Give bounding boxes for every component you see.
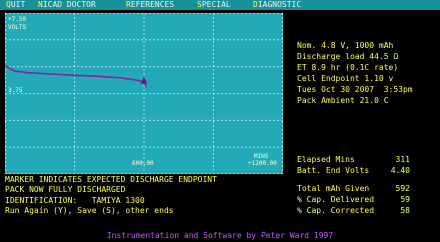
info-timestamp: Tues Oct 30 2007 3:53pm: [297, 85, 413, 94]
y-axis-mid-label: 3.75: [8, 87, 23, 94]
info-et-rate: ET 8.9 hr (0.1C rate): [297, 63, 399, 72]
cap-corrected-value: 58: [400, 206, 410, 215]
menu-nicad-doctor-label: ICAD DOCTOR: [42, 0, 96, 9]
total-mah-value: 592: [395, 184, 410, 193]
message-marker-note: MARKER INDICATES EXPECTED DISCHARGE ENDP…: [5, 175, 217, 184]
menu-special-label: PECIAL: [201, 0, 231, 9]
info-cell-endpoint: Cell Endpoint 1.10 v: [297, 74, 394, 83]
menu-quit[interactable]: QUIT: [6, 0, 25, 10]
elapsed-mins-value: 311: [395, 155, 410, 164]
expected-endpoint-marker: ▲: [141, 76, 148, 86]
y-axis-unit-label: VOLTS: [8, 24, 26, 31]
menu-diagnostic-label: IAGNOSTIC: [257, 0, 302, 9]
menu-special[interactable]: SPECIAL: [197, 0, 231, 10]
menu-quit-label: UIT: [10, 0, 26, 9]
menu-references-label: EFERENCES: [130, 0, 175, 9]
info-ambient: Pack Ambient 21.0 C: [297, 96, 389, 105]
footer-credit: Instrumentation and Software by Peter Wa…: [106, 231, 334, 240]
cap-delivered-value: 59: [400, 195, 410, 204]
discharge-graph: ▲ +7.50 VOLTS 3.75 600.00 MINS +1200.00: [5, 13, 283, 174]
menu-bar: QUIT NICAD DOCTOR REFERENCES SPECIAL DIA…: [0, 0, 440, 10]
info-nominal: Nom. 4.8 V, 1000 mAh: [297, 41, 394, 50]
x-axis-max-label: +1200.00: [248, 160, 277, 167]
info-discharge-load: Discharge load 44.5 Ω: [297, 52, 399, 61]
x-axis-mid-label: 600.00: [132, 160, 154, 167]
message-discharged: PACK NOW FULLY DISCHARGED: [5, 185, 126, 194]
message-identification: IDENTIFICATION: TAMIYA 1300: [5, 196, 145, 205]
x-axis-unit-label: MINS: [254, 153, 269, 160]
y-axis-max-label: +7.50: [8, 16, 26, 23]
menu-references[interactable]: REFERENCES: [126, 0, 174, 10]
menu-diagnostic[interactable]: DIAGNOSTIC: [253, 0, 301, 10]
elapsed-mins-label: Elapsed Mins: [297, 155, 355, 164]
message-prompt[interactable]: Run Again (Y), Save (S), other ends: [5, 206, 174, 216]
menu-nicad-doctor[interactable]: NICAD DOCTOR: [38, 0, 96, 10]
end-volts-value: 4.40: [390, 166, 410, 175]
